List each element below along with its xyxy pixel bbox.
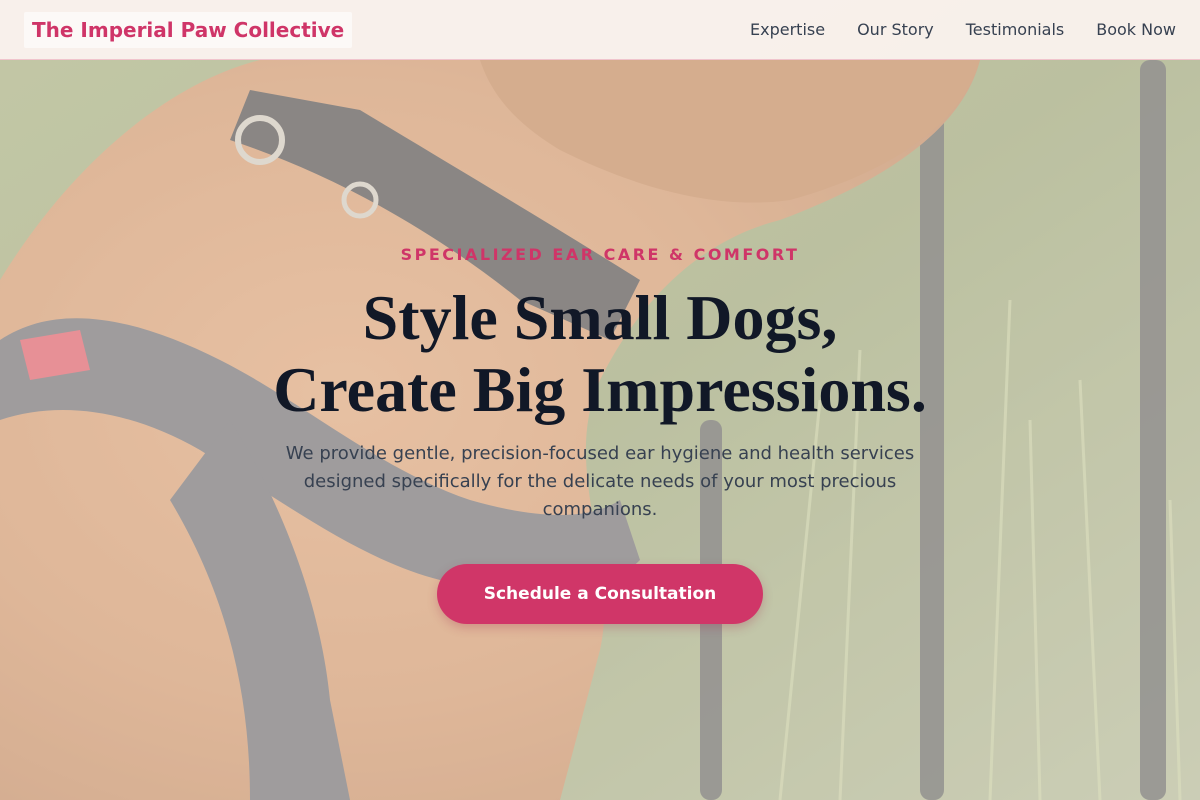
hero-eyebrow: SPECIALIZED EAR CARE & COMFORT [400, 245, 800, 264]
nav-link-our-story[interactable]: Our Story [857, 20, 934, 39]
hero-headline-line-1: Style Small Dogs, [362, 282, 838, 353]
brand-logo[interactable]: The Imperial Paw Collective [24, 11, 353, 48]
nav-link-testimonials[interactable]: Testimonials [966, 20, 1065, 39]
hero-subtitle: We provide gentle, precision-focused ear… [285, 443, 915, 520]
top-navigation: The Imperial Paw Collective Expertise Ou… [0, 0, 1200, 60]
nav-link-book-now[interactable]: Book Now [1096, 20, 1176, 39]
schedule-consultation-button[interactable]: Schedule a Consultation [437, 564, 763, 624]
hero-headline-line-2: Create Big Impressions. [273, 354, 927, 425]
hero-section: SPECIALIZED EAR CARE & COMFORT Style Sma… [0, 60, 1200, 800]
hero-headline: Style Small Dogs, Create Big Impressions… [273, 282, 927, 426]
nav-link-expertise[interactable]: Expertise [750, 20, 825, 39]
nav-links: Expertise Our Story Testimonials Book No… [750, 20, 1176, 39]
